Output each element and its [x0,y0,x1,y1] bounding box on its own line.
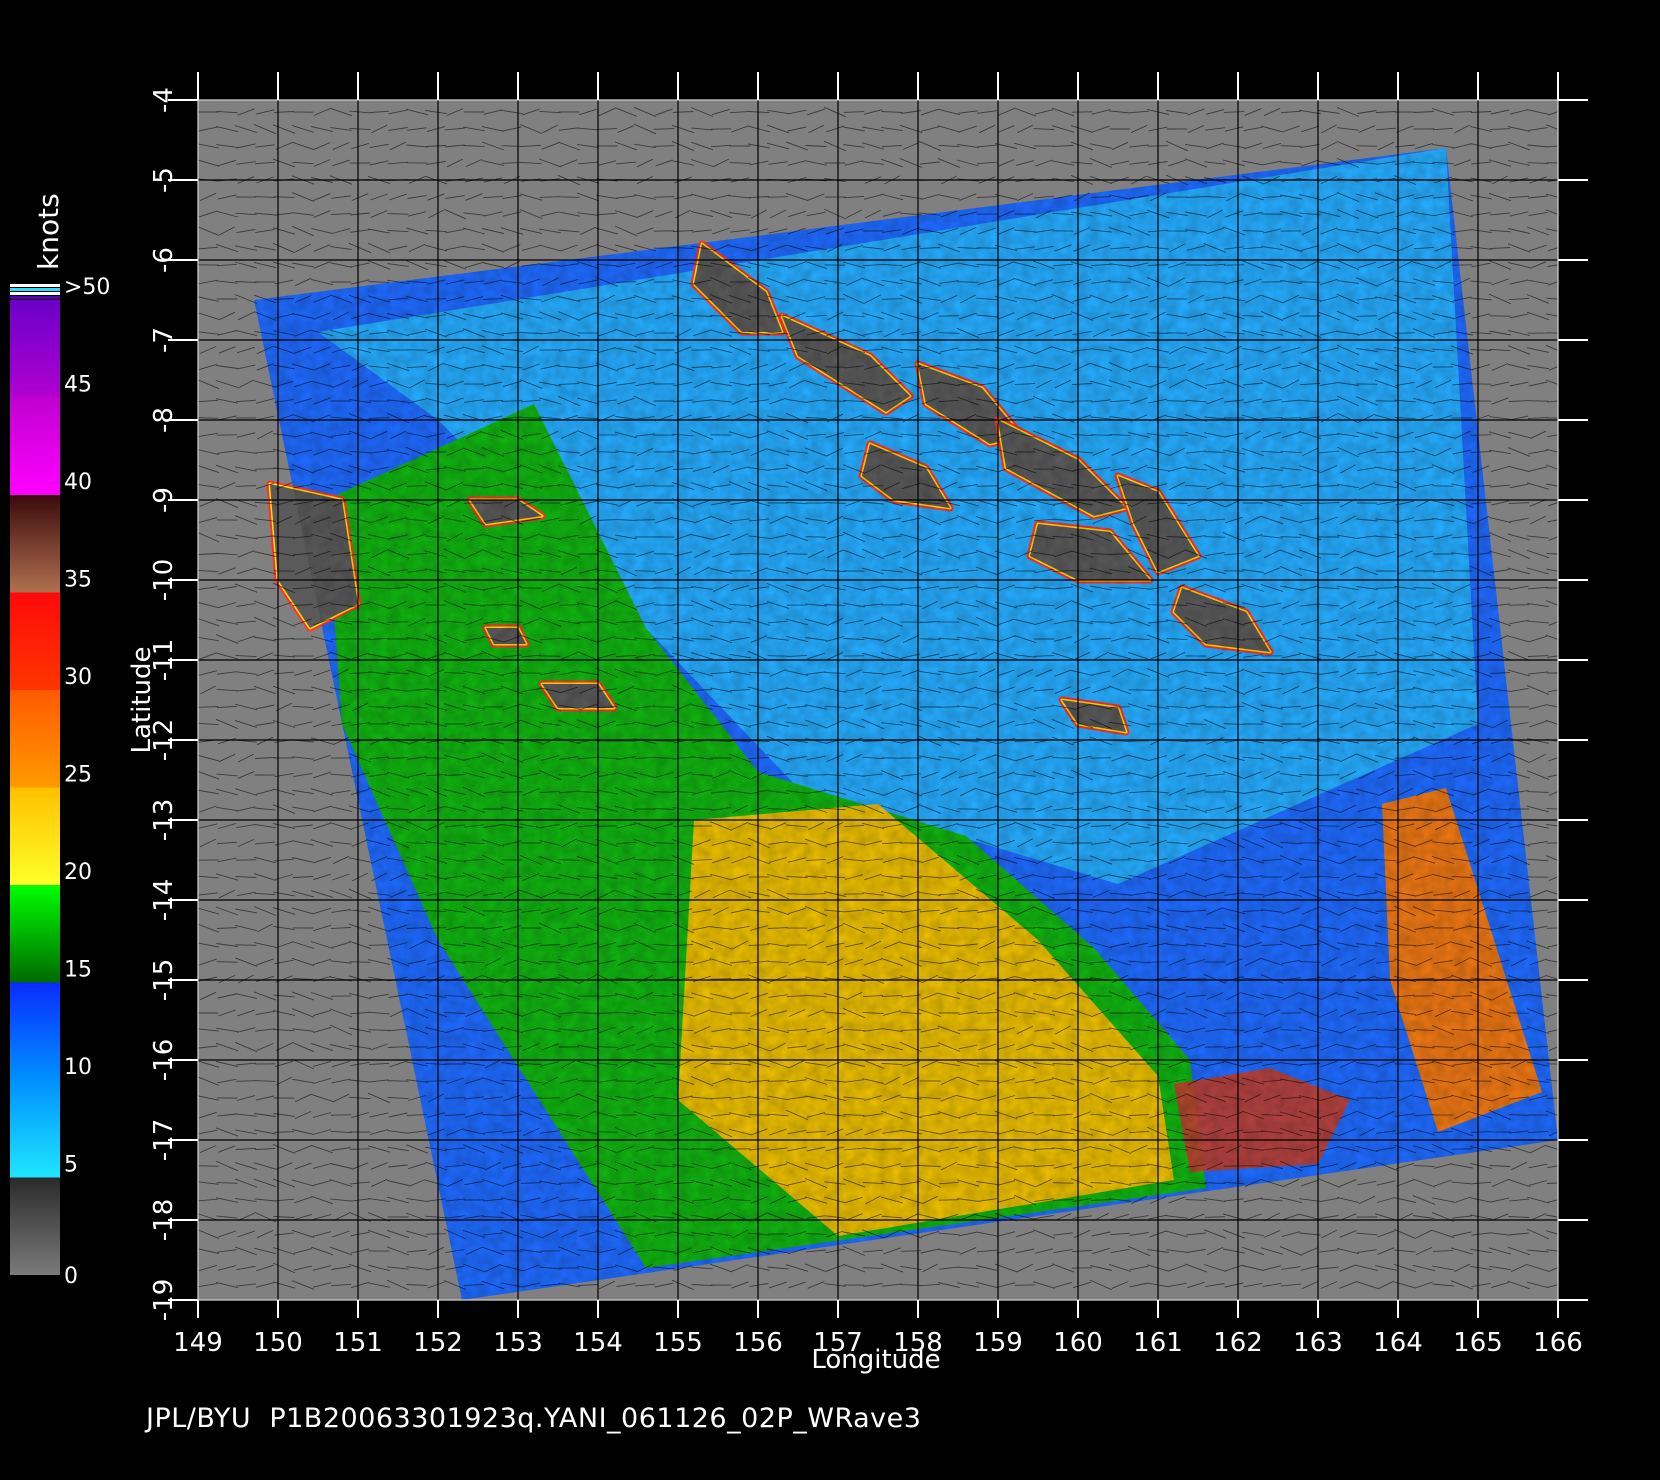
longitude-tick-label: 156 [733,1328,783,1358]
longitude-tick-label: 160 [1053,1328,1103,1358]
latitude-tick-label: -9 [149,487,179,513]
colorbar-tick-label: 20 [64,860,92,885]
map-area [198,100,1558,1300]
colorbar-tick-label: 30 [64,665,92,690]
longitude-tick-label: 162 [1213,1328,1263,1358]
longitude-tick-label: 165 [1453,1328,1503,1358]
latitude-tick-label: -8 [149,407,179,433]
longitude-tick-label: 166 [1533,1328,1583,1358]
latitude-tick-label: -19 [149,1279,179,1321]
longitude-tick-label: 155 [653,1328,703,1358]
colorbar-band [10,787,60,885]
colorbar-unit-label: knots [32,193,65,270]
colorbar-top-stripe [10,284,60,287]
wind-map-figure: 0 5 10 15 20 25 30 35 40 45 >50 knots 149 150 151 152… [10,72,1588,1375]
longitude-tick-label: 159 [973,1328,1023,1358]
longitude-tick-label: 150 [253,1328,303,1358]
latitude-tick-label: -4 [149,87,179,113]
colorbar-band [10,982,60,1080]
colorbar-tick-label: 35 [64,568,92,593]
colorbar-band [10,592,60,690]
longitude-tick-label: 153 [493,1328,543,1358]
colorbar-tick-label: 15 [64,958,92,983]
colorbar-band [10,1080,60,1178]
longitude-tick-label: 149 [173,1328,223,1358]
colorbar-tick-label: 0 [64,1264,78,1289]
colorbar-tick-label: 10 [64,1055,92,1080]
latitude-tick-label: -6 [149,247,179,273]
latitude-tick-label: -15 [149,959,179,1001]
latitude-tick-label: -14 [149,879,179,921]
latitude-tick-label: -18 [149,1199,179,1241]
longitude-tick-label: 152 [413,1328,463,1358]
colorbar-top-stripe [10,292,60,295]
colorbar-band [10,690,60,788]
x-axis-title: Longitude [811,1345,940,1375]
colorbar-band [10,885,60,983]
longitude-tick-label: 163 [1293,1328,1343,1358]
longitude-tick-label: 161 [1133,1328,1183,1358]
colorbar-band [10,300,60,398]
latitude-tick-label: -7 [149,327,179,353]
colorbar-top-stripe [10,288,60,291]
longitude-tick-label: 154 [573,1328,623,1358]
longitude-tick-label: 164 [1373,1328,1423,1358]
colorbar-tick-label: >50 [64,275,110,300]
latitude-tick-label: -10 [149,559,179,601]
latitude-tick-label: -5 [149,167,179,193]
colorbar-tick-label: 25 [64,763,92,788]
latitude-tick-label: -17 [149,1119,179,1161]
latitude-tick-label: -13 [149,799,179,841]
colorbar-band [10,397,60,495]
y-axis-title: Latitude [127,646,157,753]
colorbar-tick-label: 40 [64,470,92,495]
colorbar-tick-label: 5 [64,1153,78,1178]
colorbar-band [10,495,60,593]
latitude-tick-label: -16 [149,1039,179,1081]
longitude-tick-label: 151 [333,1328,383,1358]
wind-speed-colorbar: 0 5 10 15 20 25 30 35 40 45 >50 [10,275,110,1289]
colorbar-top-stripe [10,296,60,299]
product-caption: JPL/BYU P1B20063301923q.YANI_061126_02P_… [146,1403,922,1434]
colorbar-band [10,1177,60,1275]
colorbar-tick-label: 45 [64,373,92,398]
